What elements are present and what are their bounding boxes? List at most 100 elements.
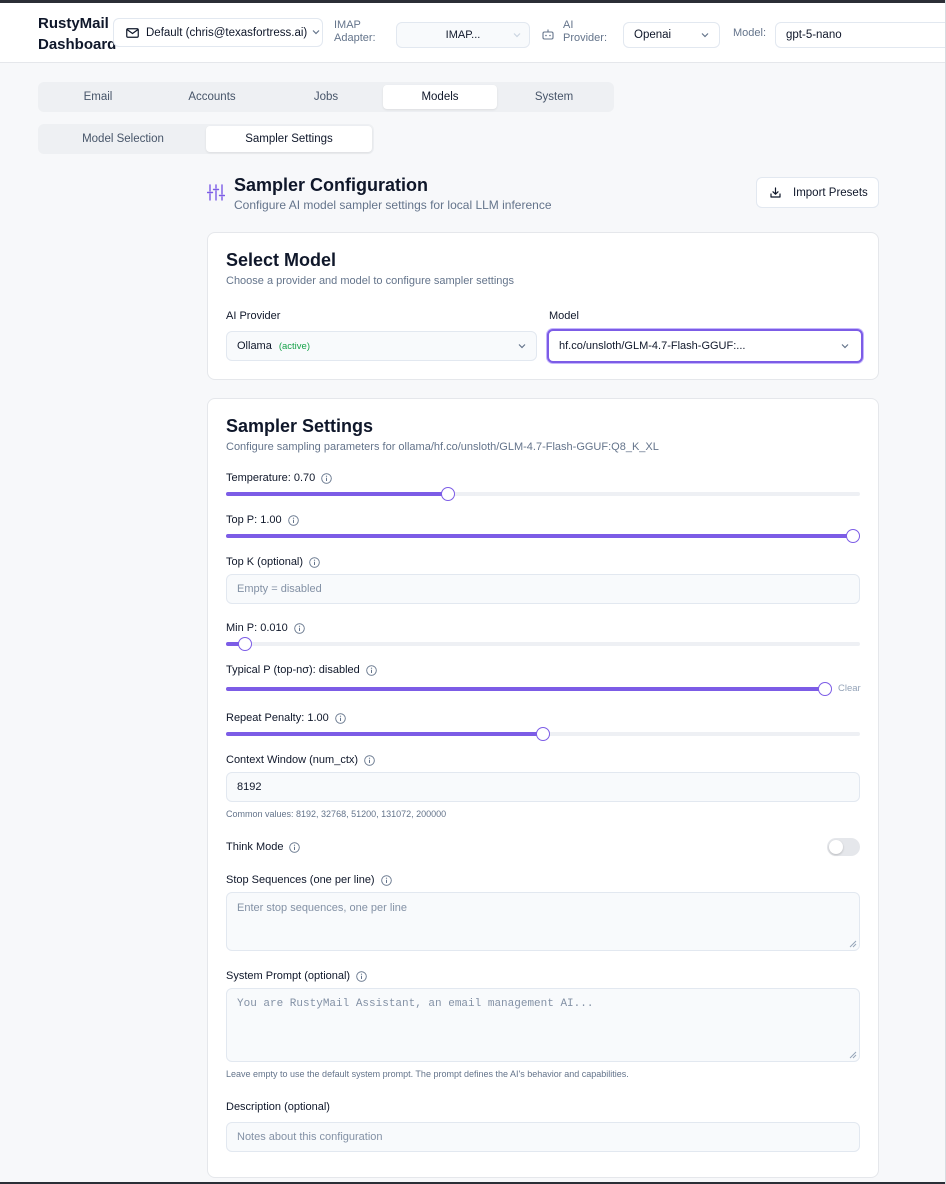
download-icon xyxy=(770,187,781,198)
slider-track xyxy=(226,642,860,646)
top-p-label: Top P: 1.00 xyxy=(226,514,299,526)
info-icon[interactable] xyxy=(356,970,367,982)
select-model-subtitle: Choose a provider and model to configure… xyxy=(226,275,514,287)
system-prompt-label: System Prompt (optional) xyxy=(226,970,367,982)
sampler-settings-subtitle: Configure sampling parameters for ollama… xyxy=(226,441,659,453)
model-value: gpt-5-nano xyxy=(786,29,842,41)
ollama-provider-select[interactable]: Ollama (active) xyxy=(226,331,537,361)
main-tabs: Email Accounts Jobs Models System xyxy=(38,82,614,112)
bot-icon xyxy=(542,29,554,40)
system-prompt-placeholder: You are RustyMail Assistant, an email ma… xyxy=(237,998,594,1010)
imap-adapter-value: IMAP... xyxy=(445,29,481,41)
info-icon[interactable] xyxy=(366,664,377,676)
resize-handle-icon[interactable] xyxy=(849,940,857,948)
info-icon[interactable] xyxy=(309,556,320,568)
repeat-penalty-slider[interactable] xyxy=(226,726,860,742)
stop-sequences-label: Stop Sequences (one per line) xyxy=(226,874,392,886)
brand-line-2: Dashboard xyxy=(38,36,117,53)
tab-accounts[interactable]: Accounts xyxy=(155,85,269,109)
info-icon[interactable] xyxy=(321,472,333,484)
imap-label-line-2: Adapter: xyxy=(334,32,376,44)
description-input[interactable]: Notes about this configuration xyxy=(226,1122,860,1152)
import-presets-button[interactable]: Import Presets xyxy=(756,177,879,208)
slider-thumb[interactable] xyxy=(818,682,832,696)
info-icon[interactable] xyxy=(289,841,301,853)
temperature-label: Temperature: 0.70 xyxy=(226,472,333,484)
page-subtitle: Configure AI model sampler settings for … xyxy=(234,198,552,212)
typical-p-label: Typical P (top-nσ): disabled xyxy=(226,664,377,676)
tab-email[interactable]: Email xyxy=(41,85,155,109)
context-window-label: Context Window (num_ctx) xyxy=(226,754,375,766)
stop-sequences-placeholder: Enter stop sequences, one per line xyxy=(237,902,408,914)
stop-sequences-label-text: Stop Sequences (one per line) xyxy=(226,874,375,886)
info-icon[interactable] xyxy=(380,874,392,886)
info-icon[interactable] xyxy=(294,622,305,634)
slider-thumb[interactable] xyxy=(440,487,455,501)
brand-line-1: RustyMail xyxy=(38,15,109,32)
context-window-label-text: Context Window (num_ctx) xyxy=(226,754,359,766)
chevron-down-icon xyxy=(513,33,521,38)
think-mode-toggle[interactable] xyxy=(827,838,860,856)
think-mode-label: Think Mode xyxy=(226,841,301,853)
sub-tabs: Model Selection Sampler Settings xyxy=(38,124,374,154)
active-badge: (active) xyxy=(278,340,310,352)
select-model-card: Select Model Choose a provider and model… xyxy=(207,232,879,380)
model-select-value: hf.co/unsloth/GLM-4.7-Flash-GGUF:... xyxy=(559,340,746,352)
top-p-slider[interactable] xyxy=(226,528,860,544)
import-presets-label: Import Presets xyxy=(793,186,868,199)
app-header: RustyMail Dashboard Default (chris@texas… xyxy=(0,3,946,63)
model-select[interactable]: hf.co/unsloth/GLM-4.7-Flash-GGUF:... xyxy=(547,329,863,363)
ai-provider-select[interactable]: Openai xyxy=(623,22,720,48)
info-icon[interactable] xyxy=(334,712,346,724)
ai-provider-label: AI Provider: xyxy=(563,19,607,45)
repeat-penalty-label-text: Repeat Penalty: 1.00 xyxy=(226,712,329,724)
select-model-title: Select Model xyxy=(226,250,337,270)
tab-model-selection[interactable]: Model Selection xyxy=(40,126,206,152)
slider-fill xyxy=(226,492,448,496)
slider-thumb[interactable] xyxy=(536,727,550,741)
context-window-value: 8192 xyxy=(237,781,262,793)
slider-thumb[interactable] xyxy=(846,529,860,543)
top-k-label: Top K (optional) xyxy=(226,556,320,568)
min-p-slider[interactable] xyxy=(226,636,860,652)
mail-icon xyxy=(126,27,139,38)
chevron-down-icon xyxy=(518,344,526,349)
temperature-slider[interactable] xyxy=(226,486,860,502)
typical-p-slider[interactable] xyxy=(226,681,832,697)
chevron-down-icon xyxy=(312,30,320,35)
ai-provider-value: Openai xyxy=(634,29,672,41)
top-k-input[interactable]: Empty = disabled xyxy=(226,574,860,604)
tab-sampler-settings[interactable]: Sampler Settings xyxy=(206,126,372,152)
top-k-placeholder: Empty = disabled xyxy=(237,583,322,595)
info-icon[interactable] xyxy=(287,514,299,526)
account-value: Default (chris@texasfortress.ai) xyxy=(146,26,308,39)
min-p-label-text: Min P: 0.010 xyxy=(226,622,288,634)
slider-fill xyxy=(226,687,825,691)
context-window-input[interactable]: 8192 xyxy=(226,772,860,802)
stop-sequences-textarea[interactable]: Enter stop sequences, one per line xyxy=(226,892,860,951)
info-icon[interactable] xyxy=(364,754,375,766)
provider-select-value: Ollama xyxy=(237,340,272,352)
repeat-penalty-label: Repeat Penalty: 1.00 xyxy=(226,712,346,724)
context-window-hint: Common values: 8192, 32768, 51200, 13107… xyxy=(226,809,447,819)
model-field-label: Model xyxy=(549,310,579,322)
description-label: Description (optional) xyxy=(226,1101,330,1113)
model-label: Model: xyxy=(733,27,767,39)
account-select[interactable]: Default (chris@texasfortress.ai) xyxy=(113,18,323,47)
resize-handle-icon[interactable] xyxy=(849,1051,857,1059)
sampler-settings-card: Sampler Settings Configure sampling para… xyxy=(207,398,879,1178)
clear-typical-p-button[interactable]: Clear xyxy=(838,683,861,694)
tab-jobs[interactable]: Jobs xyxy=(269,85,383,109)
imap-adapter-select[interactable]: IMAP... xyxy=(396,22,530,48)
chevron-down-icon xyxy=(701,33,709,38)
tab-system[interactable]: System xyxy=(497,85,611,109)
toggle-knob xyxy=(829,840,843,854)
slider-thumb[interactable] xyxy=(238,637,253,651)
tab-models[interactable]: Models xyxy=(383,85,497,109)
system-prompt-hint: Leave empty to use the default system pr… xyxy=(226,1069,629,1079)
imap-adapter-label: IMAP Adapter: xyxy=(334,19,376,45)
system-prompt-textarea[interactable]: You are RustyMail Assistant, an email ma… xyxy=(226,988,860,1062)
ai-label-line-1: AI xyxy=(563,19,574,31)
model-input[interactable]: gpt-5-nano xyxy=(775,22,946,48)
chevron-down-icon xyxy=(841,344,849,349)
